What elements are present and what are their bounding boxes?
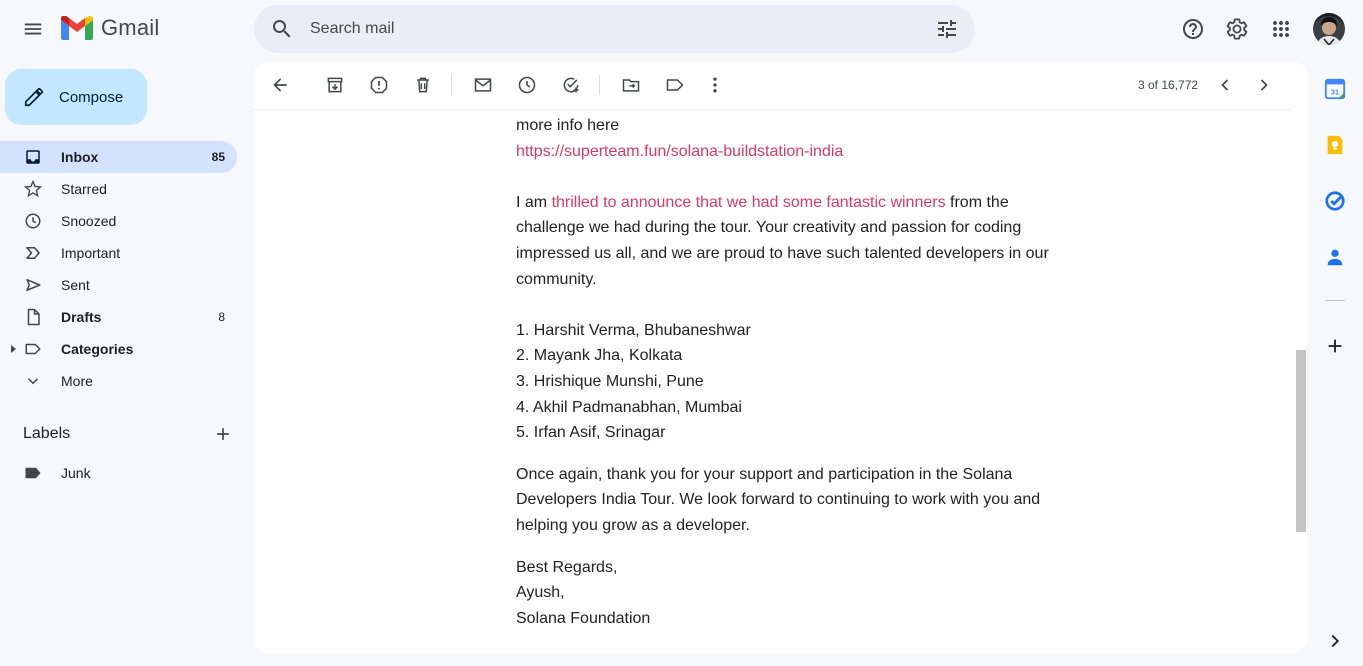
sidebar-nav: Inbox 85 Starred Snoozed Important Sent …	[0, 141, 237, 397]
calendar-app-button[interactable]: 31	[1324, 78, 1346, 100]
compose-button[interactable]: Compose	[5, 69, 147, 125]
important-icon	[23, 243, 43, 263]
label-icon	[25, 467, 41, 479]
main-menu-button[interactable]	[22, 18, 44, 40]
calendar-icon: 31	[1324, 78, 1346, 100]
email-signature: Best Regards, Ayush, Solana Foundation	[516, 558, 651, 627]
sidebar-item-label: Important	[61, 245, 121, 261]
tasks-icon	[1325, 191, 1345, 211]
keep-app-button[interactable]	[1324, 134, 1346, 156]
search-icon[interactable]	[270, 17, 294, 41]
compose-label: Compose	[59, 88, 124, 106]
gmail-m-icon	[61, 16, 93, 40]
email-paragraph-1: I am thrilled to announce that we had so…	[516, 193, 1049, 288]
draft-icon	[23, 307, 43, 327]
archive-icon[interactable]	[325, 75, 345, 95]
contacts-app-button[interactable]	[1324, 246, 1346, 268]
scrollbar-thumb[interactable]	[1296, 350, 1306, 532]
label-item-junk[interactable]: Junk	[0, 457, 237, 489]
clock-icon	[23, 211, 43, 231]
show-side-panel-button[interactable]	[1324, 630, 1346, 652]
sidebar-item-categories[interactable]: Categories	[0, 333, 237, 365]
chevron-right-icon[interactable]	[1254, 75, 1274, 95]
help-button[interactable]	[1181, 17, 1205, 41]
apps-grid-icon	[1273, 21, 1289, 37]
mark-unread-icon[interactable]	[473, 75, 493, 95]
winner-item: 2. Mayank Jha, Kolkata	[516, 347, 683, 365]
sidebar-item-important[interactable]: Important	[0, 237, 237, 269]
winner-item: 1. Harshit Verma, Bhubaneshwar	[516, 321, 751, 339]
winner-item: 4. Akhil Padmanabhan, Mumbai	[516, 398, 742, 416]
snooze-clock-icon[interactable]	[517, 75, 537, 95]
sidebar-item-label: Categories	[61, 341, 134, 357]
sidebar-item-label: Drafts	[61, 309, 102, 325]
keep-icon	[1327, 135, 1343, 155]
gmail-logo[interactable]: Gmail	[61, 15, 159, 41]
delete-icon[interactable]	[413, 75, 433, 95]
plus-icon	[1328, 339, 1342, 353]
sidebar-item-sent[interactable]: Sent	[0, 269, 237, 301]
email-intro: more info here	[516, 117, 620, 134]
email-paragraph-2: Once again, thank you for your support a…	[516, 465, 1041, 534]
sidebar-item-drafts[interactable]: Drafts 8	[0, 301, 237, 333]
back-arrow-icon[interactable]	[270, 75, 290, 95]
message-view: 3 of 16,772 more info here https://super…	[254, 61, 1307, 653]
search-options-icon[interactable]	[935, 17, 959, 41]
add-task-icon[interactable]	[561, 75, 581, 95]
report-spam-icon[interactable]	[369, 75, 389, 95]
help-icon	[1183, 19, 1203, 39]
sidebar-item-snoozed[interactable]: Snoozed	[0, 205, 237, 237]
hamburger-icon	[24, 23, 42, 35]
sidebar-item-label: More	[61, 373, 93, 389]
email-body: more info here https://superteam.fun/sol…	[516, 113, 1056, 631]
email-link[interactable]: https://superteam.fun/solana-buildstatio…	[516, 143, 843, 160]
avatar-icon	[1313, 13, 1345, 45]
search-bar[interactable]	[254, 5, 975, 53]
sidebar-item-label: Inbox	[61, 149, 99, 165]
toolbar-divider	[451, 75, 452, 95]
winners-list: 1. Harshit Verma, Bhubaneshwar 2. Mayank…	[516, 318, 1056, 446]
apps-button[interactable]	[1269, 17, 1293, 41]
contacts-icon	[1327, 249, 1343, 266]
pencil-icon	[24, 87, 44, 107]
drafts-count: 8	[218, 310, 225, 324]
side-panel-divider	[1325, 300, 1345, 301]
sidebar-item-label: Snoozed	[61, 213, 117, 229]
pagination-text: 3 of 16,772	[1138, 78, 1199, 92]
chevron-down-icon	[23, 371, 43, 391]
send-icon	[23, 275, 43, 295]
chevron-left-icon[interactable]	[1215, 75, 1235, 95]
label-name: Junk	[61, 465, 91, 481]
chevron-right-icon	[1331, 634, 1340, 648]
svg-text:31: 31	[1331, 88, 1339, 97]
expand-caret-icon[interactable]	[11, 345, 16, 353]
labels-section-header: Labels	[23, 424, 233, 444]
unread-count: 85	[211, 150, 225, 164]
message-toolbar: 3 of 16,772	[254, 61, 1290, 110]
sidebar-item-label: Sent	[61, 277, 90, 293]
more-vert-icon[interactable]	[705, 75, 725, 95]
toolbar-divider	[599, 75, 600, 95]
search-input[interactable]	[310, 20, 935, 38]
star-icon	[23, 179, 43, 199]
settings-button[interactable]	[1225, 17, 1249, 41]
gear-icon	[1226, 18, 1248, 40]
add-label-icon[interactable]	[213, 424, 233, 444]
account-avatar[interactable]	[1313, 13, 1345, 45]
label-as-icon[interactable]	[665, 75, 685, 95]
tasks-app-button[interactable]	[1324, 190, 1346, 212]
highlighted-text: thrilled to announce that we had some fa…	[551, 193, 946, 211]
inbox-icon	[23, 147, 43, 167]
sidebar-item-more[interactable]: More	[0, 365, 237, 397]
move-to-icon[interactable]	[621, 75, 641, 95]
winner-item: 5. Irfan Asif, Srinagar	[516, 424, 666, 442]
app-name: Gmail	[101, 15, 160, 40]
sidebar-item-starred[interactable]: Starred	[0, 173, 237, 205]
labels-title: Labels	[23, 425, 71, 442]
label-outline-icon	[23, 339, 43, 359]
get-addons-button[interactable]	[1324, 335, 1346, 357]
sidebar-item-inbox[interactable]: Inbox 85	[0, 141, 237, 173]
winner-item: 3. Hrishique Munshi, Pune	[516, 372, 704, 390]
sidebar-item-label: Starred	[61, 181, 107, 197]
